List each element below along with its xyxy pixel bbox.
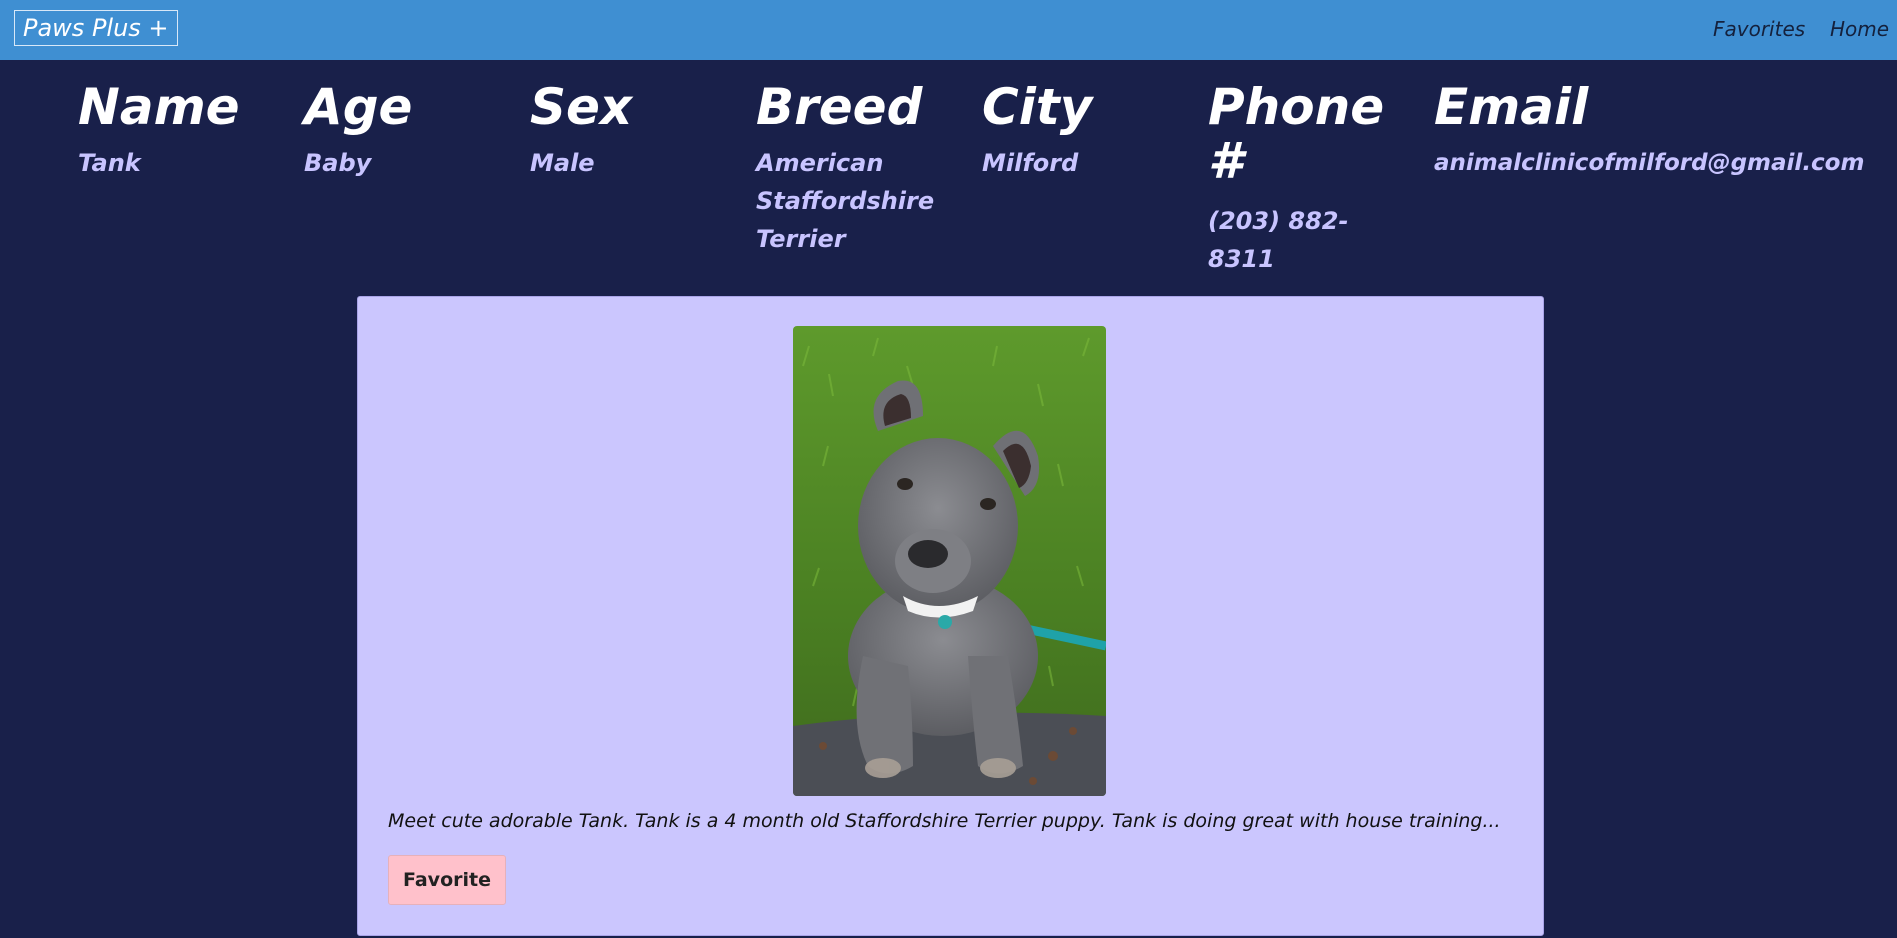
- phone-value: (203) 882-8311: [1208, 207, 1349, 273]
- nav-link-favorites[interactable]: Favorites: [1713, 16, 1805, 42]
- phone-column: Phone # (203) 882-8311: [1208, 80, 1408, 278]
- pet-card: Meet cute adorable Tank. Tank is a 4 mon…: [357, 296, 1544, 936]
- name-header: Name: [78, 78, 240, 136]
- breed-column: Breed American Staffordshire Terrier: [756, 80, 936, 258]
- city-column: City Milford: [982, 80, 1192, 182]
- name-value: Tank: [78, 149, 141, 177]
- age-column: Age Baby: [304, 80, 514, 182]
- age-header: Age: [304, 78, 413, 136]
- city-header: City: [982, 78, 1093, 136]
- nav-link-home[interactable]: Home: [1830, 16, 1889, 42]
- sex-header: Sex: [530, 78, 633, 136]
- favorite-button[interactable]: Favorite: [388, 855, 506, 905]
- pet-photo: [793, 326, 1106, 796]
- pet-description: Meet cute adorable Tank. Tank is a 4 mon…: [388, 810, 1501, 832]
- name-column: Name Tank: [78, 80, 288, 182]
- email-column: Email animalclinicofmilford@gmail.com: [1434, 80, 1874, 182]
- top-navbar: Paws Plus + Favorites Home: [0, 0, 1897, 60]
- sex-column: Sex Male: [530, 80, 740, 182]
- email-header: Email: [1434, 78, 1589, 136]
- breed-header: Breed: [756, 78, 923, 136]
- sex-value: Male: [530, 149, 595, 177]
- breed-value: American Staffordshire Terrier: [756, 149, 935, 253]
- phone-header: Phone #: [1208, 78, 1385, 190]
- email-value: animalclinicofmilford@gmail.com: [1434, 150, 1865, 176]
- city-value: Milford: [982, 149, 1079, 177]
- brand-logo-link[interactable]: Paws Plus +: [14, 10, 178, 46]
- age-value: Baby: [304, 149, 372, 177]
